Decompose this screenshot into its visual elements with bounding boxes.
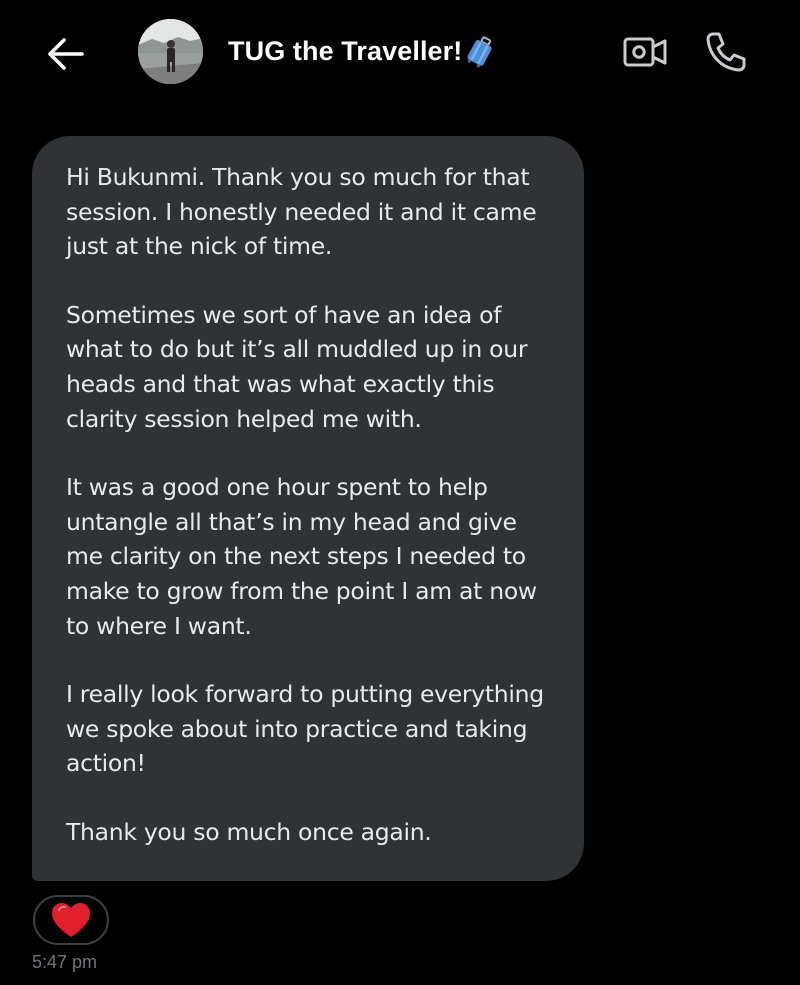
video-camera-icon (623, 37, 667, 67)
message-bubble[interactable]: Hi Bukunmi. Thank you so much for that s… (32, 136, 584, 881)
message-paragraph: I really look forward to putting everyth… (66, 680, 544, 778)
reaction-badge[interactable] (33, 895, 109, 945)
message-paragraph: Thank you so much once again. (66, 817, 432, 846)
red-heart-icon (52, 903, 90, 937)
back-button[interactable] (44, 32, 88, 76)
message-paragraph: It was a good one hour spent to help unt… (66, 473, 537, 640)
avatar-photo (138, 19, 203, 84)
video-call-button[interactable] (622, 34, 668, 70)
contact-name: TUG the Traveller! (228, 35, 463, 66)
avatar[interactable] (138, 19, 203, 84)
message-paragraph: Hi Bukunmi. Thank you so much for that s… (66, 163, 537, 261)
conversation-title[interactable]: TUG the Traveller! (228, 34, 495, 68)
message-paragraph: Sometimes we sort of have an idea of wha… (66, 300, 528, 433)
voice-call-button[interactable] (704, 30, 748, 74)
luggage-icon (467, 36, 492, 68)
message-timestamp: 5:47 pm (32, 952, 98, 972)
arrow-left-icon (48, 38, 84, 70)
phone-icon (706, 32, 746, 72)
conversation-header: TUG the Traveller! (0, 0, 800, 105)
